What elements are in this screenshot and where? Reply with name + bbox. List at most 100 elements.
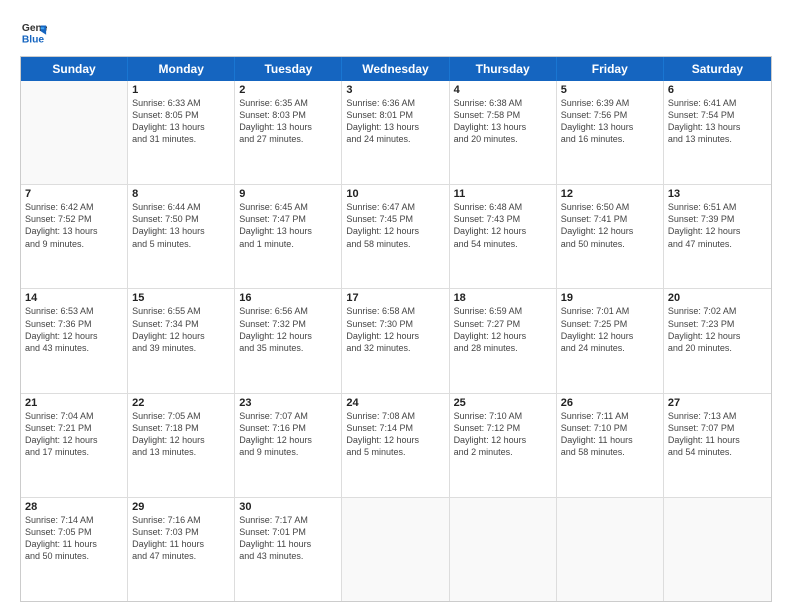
day-info-line: Sunset: 8:01 PM: [346, 109, 444, 121]
day-info-line: Sunset: 7:32 PM: [239, 318, 337, 330]
day-cell-21: 21Sunrise: 7:04 AMSunset: 7:21 PMDayligh…: [21, 394, 128, 497]
day-number: 29: [132, 501, 230, 513]
day-info-line: Sunrise: 7:05 AM: [132, 410, 230, 422]
day-info-line: Sunset: 7:52 PM: [25, 213, 123, 225]
day-number: 24: [346, 397, 444, 409]
day-info-line: Sunset: 7:18 PM: [132, 422, 230, 434]
day-info-line: Sunrise: 7:10 AM: [454, 410, 552, 422]
day-info-line: Sunrise: 7:11 AM: [561, 410, 659, 422]
day-info-line: Sunrise: 6:45 AM: [239, 201, 337, 213]
day-number: 1: [132, 84, 230, 96]
day-info-line: and 43 minutes.: [239, 550, 337, 562]
day-info-line: Daylight: 11 hours: [561, 434, 659, 446]
day-info-line: Sunrise: 6:33 AM: [132, 97, 230, 109]
day-number: 12: [561, 188, 659, 200]
day-info-line: Daylight: 11 hours: [25, 538, 123, 550]
day-info-line: and 20 minutes.: [454, 133, 552, 145]
day-info-line: Sunrise: 6:44 AM: [132, 201, 230, 213]
day-info-line: and 50 minutes.: [25, 550, 123, 562]
day-number: 10: [346, 188, 444, 200]
day-info-line: and 9 minutes.: [25, 238, 123, 250]
calendar-row-3: 14Sunrise: 6:53 AMSunset: 7:36 PM Dayligh…: [21, 288, 771, 392]
day-cell-28: 28Sunrise: 7:14 AMSunset: 7:05 PMDayligh…: [21, 498, 128, 601]
weekday-header-sunday: Sunday: [21, 57, 128, 81]
day-info-line: Sunrise: 7:07 AM: [239, 410, 337, 422]
day-number: 22: [132, 397, 230, 409]
day-cell-27: 27Sunrise: 7:13 AMSunset: 7:07 PMDayligh…: [664, 394, 771, 497]
day-cell-13: 13Sunrise: 6:51 AMSunset: 7:39 PMDayligh…: [664, 185, 771, 288]
day-number: 25: [454, 397, 552, 409]
day-info-line: Sunset: 7:21 PM: [25, 422, 123, 434]
day-info-line: Daylight: 13 hours: [239, 225, 337, 237]
day-cell-25: 25Sunrise: 7:10 AMSunset: 7:12 PMDayligh…: [450, 394, 557, 497]
day-info-line: Daylight: 13 hours: [346, 121, 444, 133]
day-info-line: Sunset: 7:23 PM: [668, 318, 767, 330]
day-number: 11: [454, 188, 552, 200]
day-number: 13: [668, 188, 767, 200]
day-info-line: Sunset: 7:36 PM: [25, 318, 123, 330]
day-info-line: Sunrise: 7:16 AM: [132, 514, 230, 526]
day-info-line: Sunrise: 6:38 AM: [454, 97, 552, 109]
day-info-line: Sunset: 7:25 PM: [561, 318, 659, 330]
day-number: 5: [561, 84, 659, 96]
calendar-header: SundayMondayTuesdayWednesdayThursdayFrid…: [21, 57, 771, 81]
day-info-line: Sunrise: 6:41 AM: [668, 97, 767, 109]
calendar-row-2: 7Sunrise: 6:42 AMSunset: 7:52 PMDaylight…: [21, 184, 771, 288]
day-info-line: and 54 minutes.: [454, 238, 552, 250]
day-info-line: and 58 minutes.: [561, 446, 659, 458]
logo: General Blue: [20, 18, 48, 46]
day-info-line: Daylight: 13 hours: [132, 225, 230, 237]
day-info-line: Daylight: 13 hours: [561, 121, 659, 133]
day-info-line: Daylight: 13 hours: [132, 121, 230, 133]
day-number: 30: [239, 501, 337, 513]
day-info-line: and 58 minutes.: [346, 238, 444, 250]
day-number: 14: [25, 292, 123, 304]
day-cell-16: 16Sunrise: 6:56 AMSunset: 7:32 PMDayligh…: [235, 289, 342, 392]
day-info-line: Sunrise: 6:51 AM: [668, 201, 767, 213]
day-info-line: Sunrise: 6:36 AM: [346, 97, 444, 109]
day-info-line: Daylight: 12 hours: [668, 330, 767, 342]
day-info-line: Sunrise: 7:13 AM: [668, 410, 767, 422]
day-info-line: and 17 minutes.: [25, 446, 123, 458]
day-number: 4: [454, 84, 552, 96]
day-info-line: and 9 minutes.: [239, 446, 337, 458]
header: General Blue: [20, 18, 772, 46]
day-info-line: and 54 minutes.: [668, 446, 767, 458]
calendar-body: 1Sunrise: 6:33 AMSunset: 8:05 PMDaylight…: [21, 81, 771, 601]
day-number: 16: [239, 292, 337, 304]
day-info-line: Sunrise: 6:53 AM: [25, 305, 123, 317]
day-info-line: Sunset: 7:05 PM: [25, 526, 123, 538]
day-info-line: Sunrise: 6:55 AM: [132, 305, 230, 317]
day-info-line: Sunrise: 6:59 AM: [454, 305, 552, 317]
day-number: 21: [25, 397, 123, 409]
day-info-line: and 39 minutes.: [132, 342, 230, 354]
day-info-line: Sunrise: 6:42 AM: [25, 201, 123, 213]
weekday-header-thursday: Thursday: [450, 57, 557, 81]
day-number: 23: [239, 397, 337, 409]
day-cell-19: 19Sunrise: 7:01 AMSunset: 7:25 PMDayligh…: [557, 289, 664, 392]
day-info-line: and 35 minutes.: [239, 342, 337, 354]
day-number: 28: [25, 501, 123, 513]
empty-cell: [664, 498, 771, 601]
day-cell-24: 24Sunrise: 7:08 AMSunset: 7:14 PMDayligh…: [342, 394, 449, 497]
day-info-line: Daylight: 11 hours: [132, 538, 230, 550]
day-info-line: and 31 minutes.: [132, 133, 230, 145]
day-info-line: Sunset: 7:54 PM: [668, 109, 767, 121]
day-info-line: Sunrise: 7:17 AM: [239, 514, 337, 526]
day-info-line: Daylight: 12 hours: [454, 225, 552, 237]
weekday-header-saturday: Saturday: [664, 57, 771, 81]
day-info-line: Sunrise: 7:14 AM: [25, 514, 123, 526]
day-number: 27: [668, 397, 767, 409]
day-number: 8: [132, 188, 230, 200]
day-cell-1: 1Sunrise: 6:33 AMSunset: 8:05 PMDaylight…: [128, 81, 235, 184]
day-info-line: Sunset: 7:07 PM: [668, 422, 767, 434]
day-cell-18: 18Sunrise: 6:59 AMSunset: 7:27 PMDayligh…: [450, 289, 557, 392]
page: General Blue SundayMondayTuesdayWednesda…: [0, 0, 792, 612]
weekday-header-monday: Monday: [128, 57, 235, 81]
day-number: 20: [668, 292, 767, 304]
day-cell-3: 3Sunrise: 6:36 AMSunset: 8:01 PMDaylight…: [342, 81, 449, 184]
day-info-line: Sunset: 7:50 PM: [132, 213, 230, 225]
day-info-line: and 2 minutes.: [454, 446, 552, 458]
calendar: SundayMondayTuesdayWednesdayThursdayFrid…: [20, 56, 772, 602]
day-info-line: and 20 minutes.: [668, 342, 767, 354]
